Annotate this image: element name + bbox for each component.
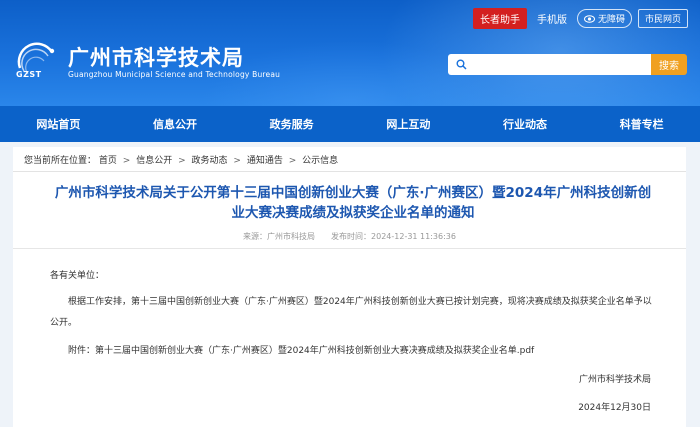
elderly-assistant-button[interactable]: 长者助手	[472, 8, 527, 29]
accessibility-button[interactable]: 无障碍	[576, 9, 632, 28]
breadcrumb-prefix: 您当前所在位置：	[24, 156, 97, 166]
search-input[interactable]	[448, 54, 651, 75]
divider	[13, 248, 686, 249]
citizen-page-button[interactable]: 市民网页	[637, 9, 688, 28]
nav-online-interaction[interactable]: 网上互动	[350, 106, 467, 142]
breadcrumb-home[interactable]: 首页	[99, 156, 117, 166]
breadcrumb-publicity[interactable]: 公示信息	[302, 156, 338, 166]
nav-home[interactable]: 网站首页	[0, 106, 117, 142]
logo-text: GZST	[16, 70, 42, 79]
breadcrumb-government[interactable]: 政务动态	[192, 156, 228, 166]
breadcrumb-notices[interactable]: 通知通告	[247, 156, 283, 166]
nav-science-column[interactable]: 科普专栏	[583, 106, 700, 142]
search-icon	[456, 59, 467, 70]
site-title[interactable]: 广州市科学技术局	[68, 42, 244, 72]
breadcrumb-separator: >	[288, 156, 297, 166]
breadcrumb-separator: >	[122, 156, 131, 166]
top-links: 长者助手 手机版 无障碍 市民网页	[472, 8, 688, 29]
search-button[interactable]: 搜索	[651, 54, 687, 75]
nav-info-disclosure[interactable]: 信息公开	[117, 106, 234, 142]
date: 2024年12月30日	[578, 403, 651, 413]
breadcrumb-separator: >	[178, 156, 186, 166]
attachment-link[interactable]: 附件：第十三届中国创新创业大赛（广东·广州赛区）暨2024年广州科技创新创业大赛…	[68, 343, 534, 356]
body-paragraph: 根据工作安排，第十三届中国创新创业大赛（广东·广州赛区）暨2024年广州科技创新…	[50, 297, 652, 328]
nav-government-services[interactable]: 政务服务	[233, 106, 350, 142]
article-title: 广州市科学技术局关于公开第十三届中国创新创业大赛（广东·广州赛区）暨2024年广…	[54, 185, 652, 221]
main-nav: 网站首页 信息公开 政务服务 网上互动 行业动态 科普专栏	[0, 106, 700, 142]
salutation: 各有关单位：	[50, 271, 105, 281]
accessibility-label: 无障碍	[597, 15, 625, 25]
article-meta: 来源：广州市科技局 发布时间：2024-12-31 11:36:36	[243, 232, 456, 241]
breadcrumb-info[interactable]: 信息公开	[136, 156, 172, 166]
signature: 广州市科学技术局	[578, 375, 651, 385]
eye-icon	[583, 14, 595, 23]
content-panel: 您当前所在位置： 首页 > 信息公开 > 政务动态 > 通知通告 > 公示信息 …	[13, 147, 686, 427]
site-header: 长者助手 手机版 无障碍 市民网页 GZST 广州市科学技术局 Guangzho…	[0, 0, 700, 106]
nav-industry-news[interactable]: 行业动态	[467, 106, 584, 142]
breadcrumb: 您当前所在位置： 首页 > 信息公开 > 政务动态 > 通知通告 > 公示信息	[24, 153, 338, 166]
breadcrumb-separator: >	[233, 156, 241, 166]
mobile-version-link[interactable]: 手机版	[533, 8, 571, 29]
site-subtitle: Guangzhou Municipal Science and Technolo…	[68, 70, 281, 79]
divider	[13, 171, 686, 172]
